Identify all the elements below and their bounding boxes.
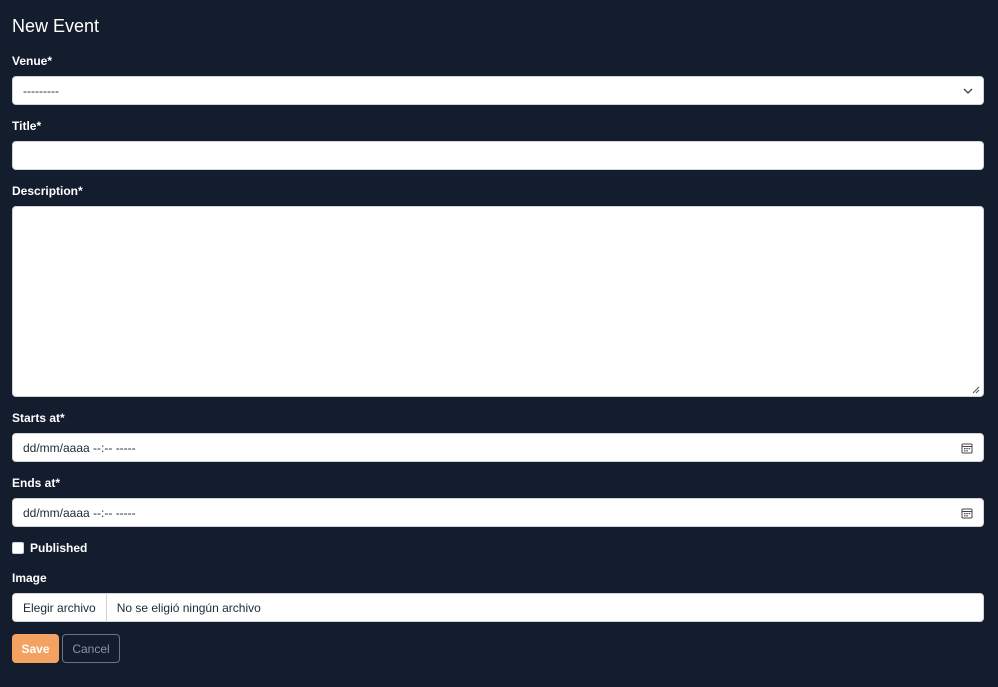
calendar-icon[interactable]: [961, 507, 973, 519]
save-button[interactable]: Save: [12, 634, 59, 663]
ends-at-label: Ends at*: [12, 476, 61, 490]
resize-handle-icon[interactable]: [970, 383, 980, 394]
title-input[interactable]: [12, 141, 984, 170]
image-file-input[interactable]: Elegir archivo No se eligió ningún archi…: [12, 593, 984, 622]
file-status-text: No se eligió ningún archivo: [116, 600, 261, 615]
new-event-page: New Event Venue* --------- Title* Descri…: [0, 0, 998, 687]
ends-at-input[interactable]: dd/mm/aaaa --:-- -----: [12, 498, 984, 527]
image-label: Image: [12, 571, 47, 585]
published-label: Published: [30, 541, 88, 555]
description-textarea[interactable]: [12, 206, 984, 397]
starts-at-label: Starts at*: [12, 411, 65, 425]
choose-file-button[interactable]: Elegir archivo: [13, 594, 107, 621]
venue-label: Venue*: [12, 54, 53, 68]
venue-selected-value: ---------: [23, 83, 59, 98]
page-title: New Event: [12, 16, 100, 36]
ends-at-value: dd/mm/aaaa --:-- -----: [23, 505, 136, 520]
title-label: Title*: [12, 119, 42, 133]
chevron-down-icon: [963, 86, 973, 96]
published-checkbox[interactable]: [12, 542, 24, 554]
published-row: Published: [12, 541, 87, 555]
cancel-button[interactable]: Cancel: [62, 634, 120, 663]
starts-at-value: dd/mm/aaaa --:-- -----: [23, 440, 136, 455]
venue-select[interactable]: ---------: [12, 76, 984, 105]
calendar-icon[interactable]: [961, 442, 973, 454]
description-label: Description*: [12, 184, 83, 198]
starts-at-input[interactable]: dd/mm/aaaa --:-- -----: [12, 433, 984, 462]
